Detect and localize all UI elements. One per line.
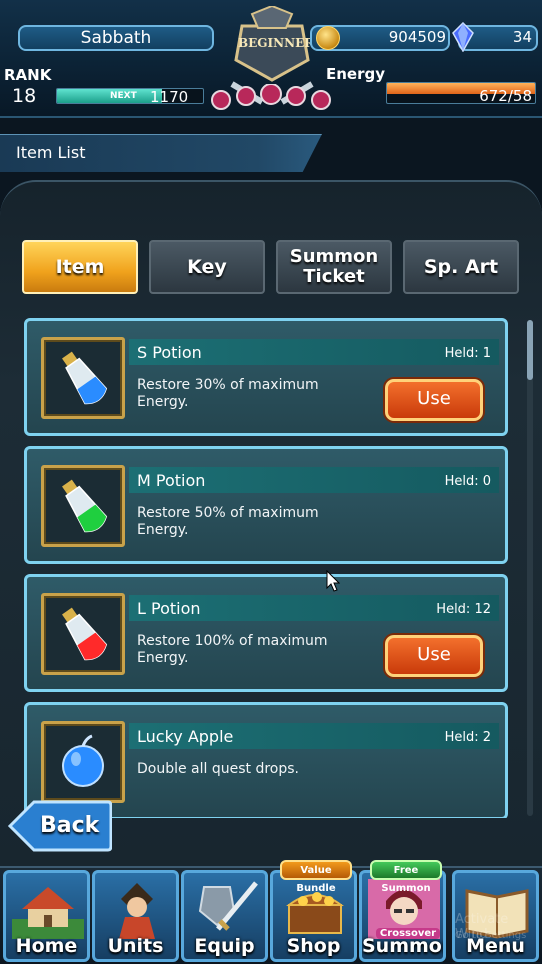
use-button[interactable]: Use [385, 635, 483, 677]
item-icon-frame [41, 337, 125, 419]
scrollbar-thumb[interactable] [527, 320, 533, 380]
item-held-count: Held: 12 [436, 602, 491, 617]
next-label: NEXT [110, 91, 137, 101]
tab-summon-ticket-line1: Summon [289, 246, 379, 267]
next-exp-value: 1170 [150, 88, 189, 106]
back-label: Back [40, 813, 100, 838]
hero-icon [119, 883, 155, 939]
house-icon [12, 887, 84, 939]
gil-value: 904509 [388, 28, 446, 46]
l-potion-icon [62, 607, 108, 661]
item-name: M Potion [137, 471, 206, 490]
item-icon-frame [41, 465, 125, 547]
nav-units-button[interactable]: Units [92, 870, 179, 962]
mouse-cursor-icon [326, 570, 340, 592]
tab-item[interactable]: Item [22, 240, 138, 294]
item-name: Lucky Apple [137, 727, 234, 746]
crossover-tag: Crossover [376, 928, 440, 939]
nav-units-label: Units [107, 935, 164, 957]
nav-equip-button[interactable]: Equip [181, 870, 268, 962]
item-held-count: Held: 0 [444, 474, 491, 489]
orb-gems-icon [211, 84, 331, 110]
gem-value: 34 [512, 28, 532, 46]
tab-summon-ticket[interactable]: Summon Ticket [276, 240, 392, 294]
energy-value: 672/58 [479, 87, 532, 105]
rank-value: 18 [12, 85, 37, 107]
activate-windows-watermark-sub: Go to Settings [455, 930, 527, 941]
tab-sp-art[interactable]: Sp. Art [403, 240, 519, 294]
item-description: Restore 30% of maximum Energy. [137, 377, 319, 410]
use-button[interactable]: Use [385, 379, 483, 421]
scrollbar-track[interactable] [527, 320, 533, 816]
sword-shield-icon [198, 881, 258, 931]
player-name[interactable]: Sabbath [18, 25, 214, 51]
nav-equip-label: Equip [194, 935, 255, 957]
tab-summon-ticket-line2: Ticket [303, 266, 365, 287]
free-summon-badge: Free Summon [370, 860, 442, 894]
item-held-count: Held: 1 [444, 346, 491, 361]
item-card-m-potion[interactable]: M Potion Held: 0 Restore 50% of maximum … [24, 446, 508, 564]
rank-label: RANK [4, 66, 52, 84]
s-potion-icon [62, 351, 108, 405]
tab-key[interactable]: Key [149, 240, 265, 294]
beginners-label: BEGINNERS [238, 36, 323, 50]
m-potion-icon [62, 479, 108, 533]
gil-coin-icon [316, 26, 340, 50]
lucky-apple-icon [62, 734, 104, 787]
item-card-s-potion[interactable]: S Potion Held: 1 Restore 30% of maximum … [24, 318, 508, 436]
item-held-count: Held: 2 [444, 730, 491, 745]
nav-home-button[interactable]: Home [3, 870, 90, 962]
item-name: L Potion [137, 599, 201, 618]
energy-label: Energy [326, 65, 386, 83]
item-description: Double all quest drops. [137, 761, 300, 777]
item-description: Restore 50% of maximum Energy. [137, 505, 319, 538]
item-icon-frame [41, 593, 125, 675]
nav-shop-label: Shop [286, 935, 341, 957]
item-card-l-potion[interactable]: L Potion Held: 12 Restore 100% of maximu… [24, 574, 508, 692]
item-icon-frame [41, 721, 125, 803]
item-name: S Potion [137, 343, 202, 362]
item-description: Restore 100% of maximum Energy. [137, 633, 328, 666]
value-bundle-badge: Value Bundle [280, 860, 352, 894]
lapis-crystal-icon [452, 22, 474, 52]
item-list[interactable]: S Potion Held: 1 Restore 30% of maximum … [24, 316, 510, 818]
nav-home-label: Home [15, 935, 78, 957]
page-title: Item List [16, 143, 86, 162]
